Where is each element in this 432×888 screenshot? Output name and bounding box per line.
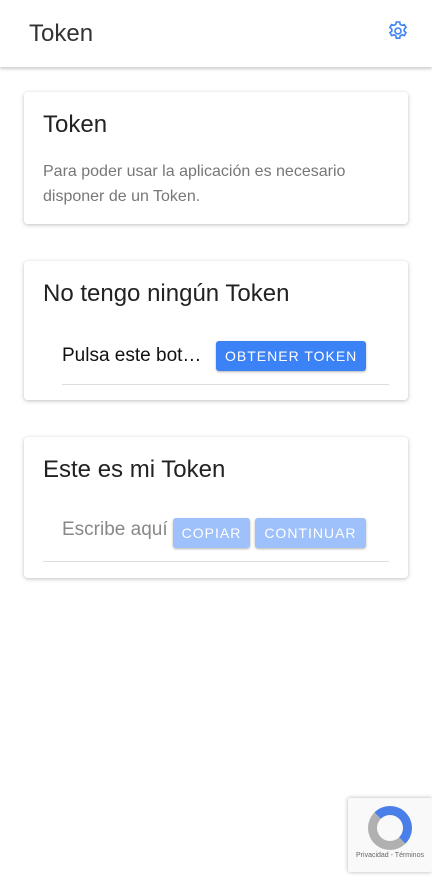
app-header: Token [0, 0, 432, 67]
continue-button[interactable]: CONTINUAR [255, 518, 366, 548]
info-text: Para poder usar la aplicación es necesar… [43, 163, 346, 205]
copy-button[interactable]: COPIAR [172, 518, 251, 548]
recaptcha-icon [368, 806, 412, 850]
gear-icon[interactable] [386, 19, 410, 48]
recaptcha-links[interactable]: Privacidad - Términos [348, 852, 432, 859]
page-title: Token [29, 19, 94, 47]
token-input[interactable]: Escribe aquí [62, 519, 168, 541]
get-token-label: Pulsa este bot… [62, 345, 202, 366]
get-token-card: No tengo ningún Token Pulsa este bot… OB… [24, 261, 408, 400]
obtain-token-button[interactable]: OBTENER TOKEN [216, 341, 367, 371]
get-token-title: No tengo ningún Token [43, 280, 290, 307]
info-card: Token Para poder usar la aplicación es n… [24, 92, 408, 224]
my-token-card: Este es mi Token Escribe aquí COPIAR CON… [24, 437, 408, 578]
my-token-title: Este es mi Token [43, 456, 226, 483]
recaptcha-badge[interactable]: Privacidad - Términos [348, 798, 432, 872]
info-title: Token [43, 111, 108, 138]
